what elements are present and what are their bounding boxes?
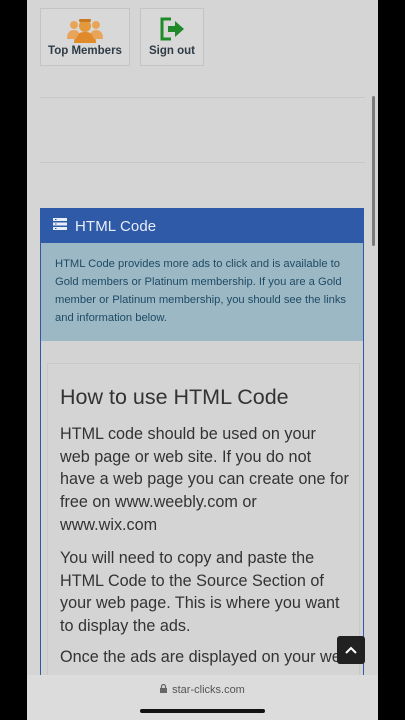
address-bar[interactable]: star-clicks.com [27, 684, 378, 696]
info-alert: HTML Code provides more ads to click and… [41, 243, 363, 341]
lock-icon [160, 684, 168, 696]
sign-out-icon [159, 17, 185, 46]
users-icon [66, 17, 104, 48]
chevron-up-icon [345, 641, 357, 659]
page: Top Members Sign out HTML Code HTML Code… [27, 0, 378, 708]
url-text: star-clicks.com [172, 684, 245, 696]
instructions-paragraph: HTML code should be used on your web pag… [60, 425, 349, 534]
divider [40, 162, 365, 163]
panel-header: HTML Code [41, 209, 363, 243]
sign-out-tile[interactable]: Sign out [140, 8, 204, 66]
instructions: How to use HTML Code HTML code should be… [47, 363, 360, 707]
instructions-paragraph: You will need to copy and paste the HTML… [60, 549, 340, 636]
sign-out-label: Sign out [149, 45, 195, 57]
panel-title: HTML Code [75, 217, 157, 235]
list-icon [53, 217, 67, 235]
scroll-to-top-button[interactable] [337, 636, 365, 664]
html-code-panel: HTML Code HTML Code provides more ads to… [40, 208, 364, 708]
top-members-label: Top Members [48, 45, 122, 57]
instructions-heading: How to use HTML Code [60, 385, 289, 409]
home-indicator[interactable] [140, 709, 265, 713]
scrollbar[interactable] [372, 96, 375, 246]
screen: Top Members Sign out HTML Code HTML Code… [27, 0, 378, 720]
divider [40, 97, 365, 98]
browser-bottom-bar: star-clicks.com [27, 675, 378, 720]
top-members-tile[interactable]: Top Members [40, 8, 130, 66]
